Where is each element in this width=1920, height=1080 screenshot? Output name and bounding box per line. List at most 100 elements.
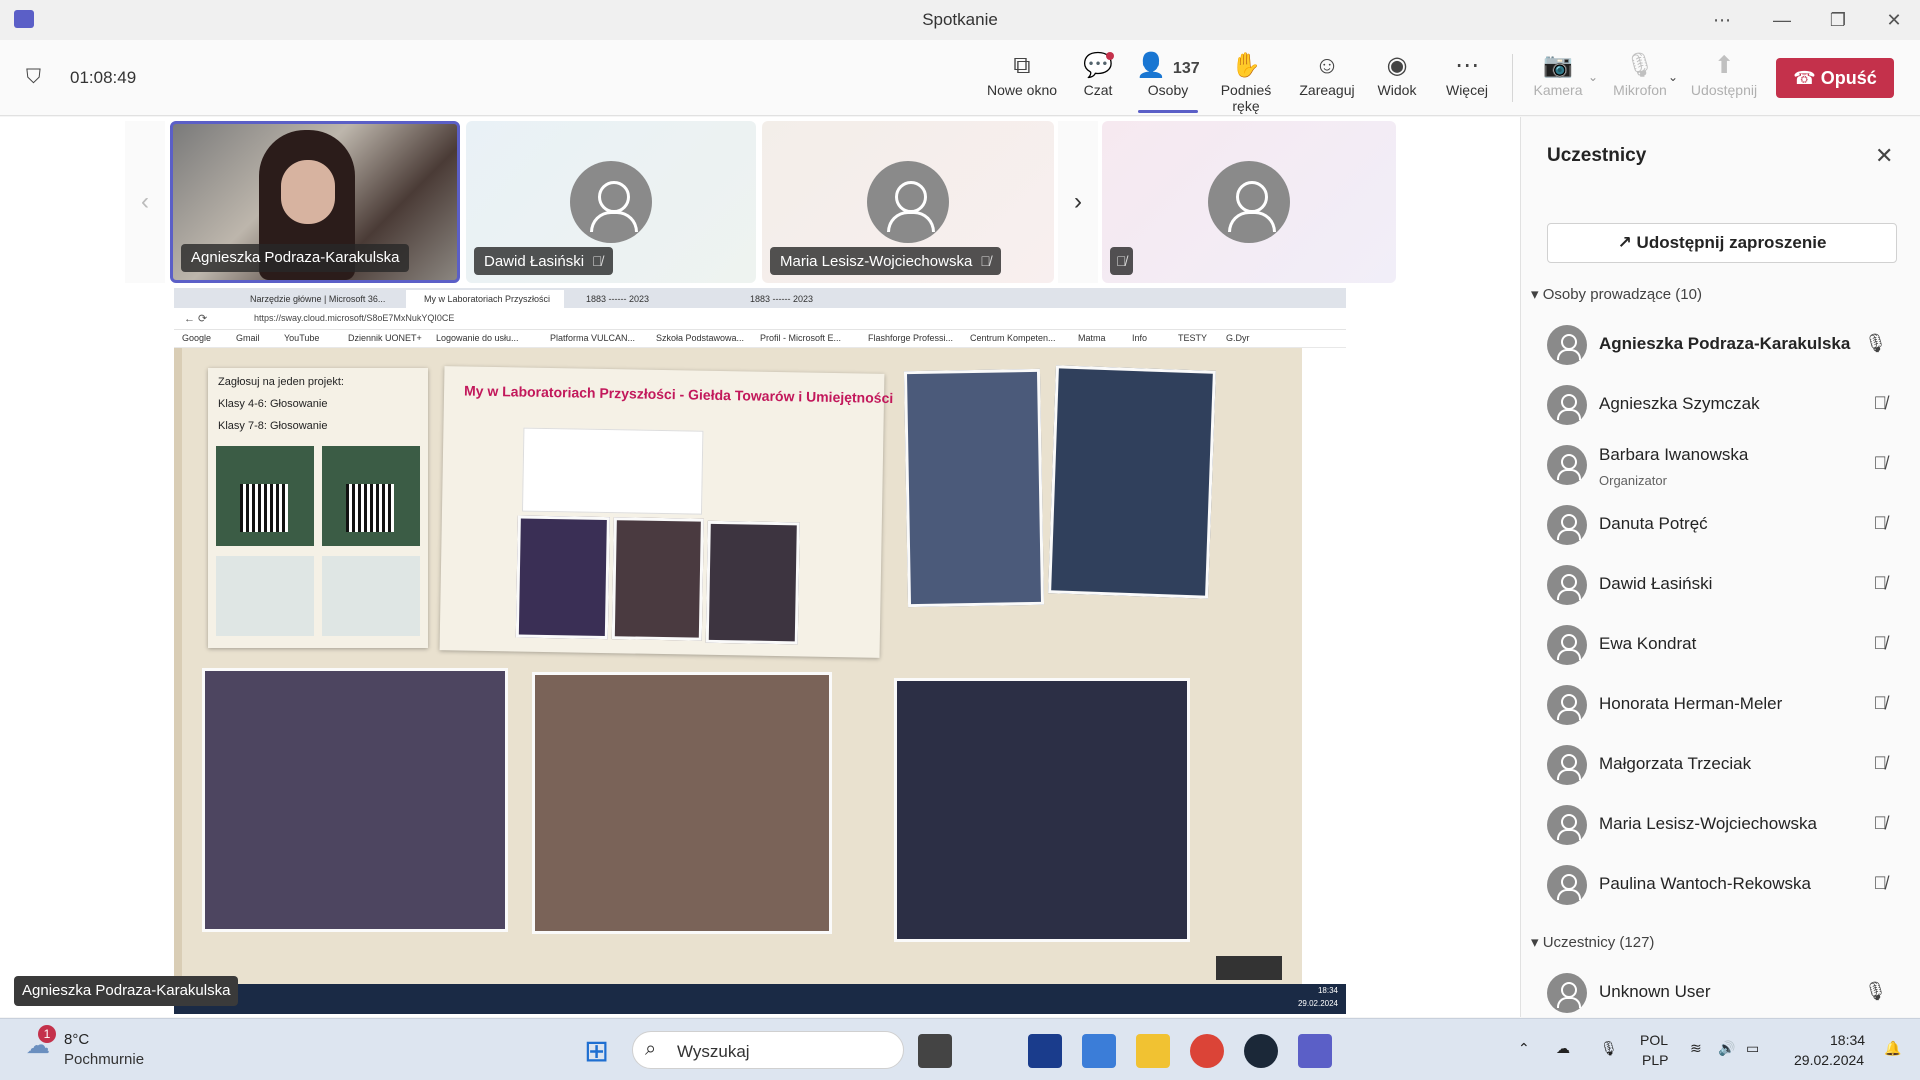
window-title: Spotkanie (922, 10, 998, 29)
participant-row[interactable]: Maria Lesisz-Wojciechowska 🎙̸ (1547, 801, 1907, 849)
chat-button[interactable]: 💬 Czat (1058, 50, 1138, 110)
camera-chevron-down-icon[interactable]: ⌄ (1588, 70, 1598, 84)
qr-code-icon (240, 484, 288, 532)
microphone-tray-icon[interactable]: 🎙 (1600, 1040, 1618, 1057)
participant-row[interactable]: Agnieszka Szymczak 🎙̸ (1547, 381, 1907, 429)
app-l-icon[interactable] (1028, 1034, 1062, 1068)
participant-name: Dawid Łasiński (1599, 574, 1713, 593)
participant-name: Barbara Iwanowska (1599, 445, 1749, 464)
participant-row[interactable]: Ewa Kondrat 🎙̸ (1547, 621, 1907, 669)
organizers-header[interactable]: ▾ Osoby prowadzące (10) (1531, 285, 1702, 303)
camera-button[interactable]: 📷 Kamera (1518, 50, 1598, 110)
weather-temp[interactable]: 8°C (64, 1031, 89, 1048)
wifi-icon[interactable]: ≋ (1690, 1040, 1702, 1057)
app-globe-icon[interactable] (1082, 1034, 1116, 1068)
participant-name: Honorata Herman-Meler (1599, 694, 1783, 713)
battery-icon[interactable]: ▭ (1746, 1040, 1759, 1057)
windows-taskbar: ☁ 1 8°C Pochmurnie (0, 1018, 1920, 1080)
new-window-label: Nowe okno (986, 82, 1058, 98)
remote-url-bar: ← ⟳ https://sway.cloud.microsoft/S8oE7Mx… (174, 308, 1346, 330)
video-tile-dawid[interactable]: Dawid Łasiński 🎙̸ (466, 121, 756, 283)
avatar (1547, 685, 1587, 725)
more-options-icon[interactable]: ⋯ (1706, 6, 1738, 34)
share-invite-button[interactable]: ↗ Udostępnij zaproszenie (1547, 223, 1897, 263)
mic-off-icon: 🎙̸ (1873, 873, 1888, 893)
task-view-icon[interactable] (918, 1034, 952, 1068)
raise-hand-button[interactable]: ✋ Podnieś rękę (1206, 50, 1286, 114)
new-window-icon: ⧉ (1013, 52, 1031, 79)
participant-face (281, 160, 335, 224)
people-selected-indicator (1138, 110, 1198, 113)
view-icon: ◉ (1386, 52, 1408, 79)
video-tile-unnamed[interactable]: 🎙̸ (1102, 121, 1396, 283)
weather-desc: Pochmurnie (64, 1051, 145, 1068)
tile-name-chip: Maria Lesisz-Wojciechowska 🎙̸ (770, 247, 1001, 275)
new-window-button[interactable]: ⧉ Nowe okno (982, 50, 1062, 110)
video-tile-self[interactable]: Agnieszka Podraza-Karakulska (170, 121, 460, 283)
photo (705, 520, 800, 645)
shared-screen: Narzędzie główne | Microsoft 36... My w … (174, 288, 1346, 1014)
photo (894, 678, 1190, 942)
sway-nav-controls[interactable] (1216, 956, 1282, 980)
next-tiles-button[interactable]: › (1058, 121, 1098, 283)
bookmark: Platforma VULCAN... (550, 333, 636, 343)
more-button[interactable]: ⋯ Więcej (1427, 50, 1507, 110)
steam-icon[interactable] (1244, 1034, 1278, 1068)
minimize-button[interactable]: — (1766, 6, 1798, 34)
mic-off-icon: 🎙̸ (1873, 753, 1888, 773)
teams-icon[interactable] (1298, 1034, 1332, 1068)
shield-icon: ⛉ (26, 66, 41, 88)
prev-tiles-button[interactable]: ‹ (125, 121, 165, 283)
attendees-header[interactable]: ▾ Uczestnicy (127) (1531, 933, 1654, 951)
participant-row[interactable]: Paulina Wantoch-Rekowska 🎙̸ (1547, 861, 1907, 909)
remote-nav-icons: ← ⟳ (184, 313, 208, 325)
video-tile-maria[interactable]: Maria Lesisz-Wojciechowska 🎙̸ (762, 121, 1054, 283)
participant-row[interactable]: Barbara Iwanowska Organizator 🎙̸ (1547, 441, 1907, 489)
onedrive-icon[interactable]: ☁ (1556, 1040, 1570, 1057)
avatar (1547, 973, 1587, 1013)
show-hidden-icons[interactable]: ⌃ (1518, 1040, 1530, 1057)
restore-button[interactable]: ❐ (1822, 6, 1854, 34)
participant-row[interactable]: Agnieszka Podraza-Karakulska 🎙 (1547, 321, 1907, 369)
screenshot-thumb (216, 556, 314, 636)
close-panel-icon[interactable]: ✕ (1875, 143, 1893, 169)
remote-clock: 18:34 (1317, 986, 1338, 995)
remote-date: 29.02.2024 (1297, 999, 1338, 1008)
more-icon: ⋯ (1455, 52, 1479, 79)
clock-time[interactable]: 18:34 (1830, 1032, 1865, 1048)
participant-name: Ewa Kondrat (1599, 634, 1697, 653)
volume-icon[interactable]: 🔊 (1718, 1040, 1735, 1057)
avatar (1547, 325, 1587, 365)
react-button[interactable]: ☺ Zareaguj (1287, 50, 1367, 110)
language-bottom[interactable]: PLP (1642, 1052, 1668, 1068)
file-explorer-icon[interactable] (1136, 1034, 1170, 1068)
leave-label: Opuść (1820, 68, 1877, 88)
qr-card (216, 446, 314, 546)
mic-off-icon: 🎙̸ (1116, 253, 1127, 269)
view-button[interactable]: ◉ Widok (1357, 50, 1437, 110)
tile-name: Maria Lesisz-Wojciechowska (780, 253, 973, 270)
windows-start-icon[interactable]: ⊞ (584, 1034, 609, 1069)
notifications-icon[interactable]: 🔔 (1884, 1040, 1901, 1057)
participant-row[interactable]: Honorata Herman-Meler 🎙̸ (1547, 681, 1907, 729)
share-button[interactable]: ⬆ Udostępnij (1684, 50, 1764, 110)
people-button[interactable]: 👤 137 Osoby (1128, 50, 1208, 110)
clock-date[interactable]: 29.02.2024 (1794, 1052, 1864, 1068)
language-top[interactable]: POL (1640, 1032, 1668, 1048)
bookmark: Szkoła Podstawowa... (656, 333, 745, 343)
share-link-icon: ↗ (1617, 233, 1637, 252)
mic-chevron-down-icon[interactable]: ⌄ (1668, 70, 1678, 84)
leave-button[interactable]: ☎ Opuść (1776, 58, 1894, 98)
participant-row[interactable]: Unknown User 🎙 (1547, 969, 1907, 1017)
close-window-button[interactable]: ✕ (1878, 6, 1910, 34)
meeting-toolbar: ⛉ 01:08:49 ⧉ Nowe okno 💬 Czat 👤 137 Osob… (0, 40, 1920, 116)
participant-row[interactable]: Małgorzata Trzeciak 🎙̸ (1547, 741, 1907, 789)
sway-banner-title: My w Laboratoriach Przyszłości - Giełda … (463, 382, 894, 407)
participant-row[interactable]: Danuta Potręć 🎙̸ (1547, 501, 1907, 549)
participant-row[interactable]: Dawid Łasiński 🎙̸ (1547, 561, 1907, 609)
participant-name: Agnieszka Podraza-Karakulska (1599, 334, 1851, 353)
more-label: Więcej (1445, 82, 1488, 98)
share-label: Udostępnij (1690, 82, 1758, 98)
taskbar-search[interactable]: ⌕ Wyszukaj (632, 1031, 904, 1069)
chrome-icon[interactable] (1190, 1034, 1224, 1068)
